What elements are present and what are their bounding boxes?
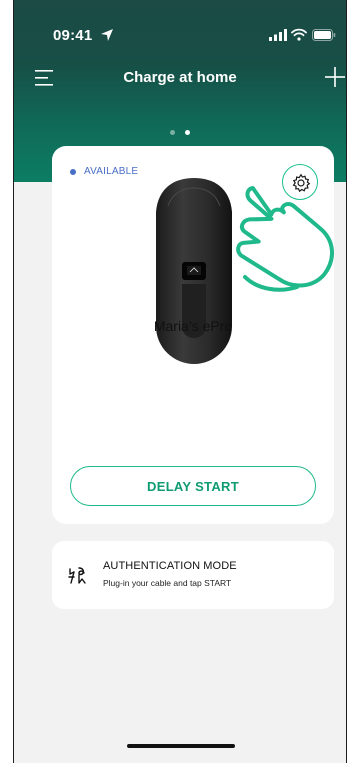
pager-dot[interactable] [169,130,175,135]
status-badge: AVAILABLE [84,166,139,177]
cellular-signal-icon [269,29,287,41]
charger-status: AVAILABLE [70,166,138,177]
page-title: Charge at home [123,69,237,86]
status-time: 09:41 [53,27,93,44]
charger-card: AVAILABLE Maria’s ePro DELAY START [52,146,334,524]
battery-icon [312,29,336,41]
phone-screen: 09:41 Charge at home AVAILABLE Maria’s e… [13,0,347,763]
pager-dot-active[interactable] [185,130,191,135]
status-dot-icon [70,168,76,175]
device-name: Maria’s ePro [153,318,233,334]
gear-icon [292,173,311,193]
charger-device-image [156,178,232,364]
status-bar: 09:41 [14,0,346,60]
authentication-icon [68,567,86,584]
charger-settings-button[interactable] [282,164,318,200]
wifi-icon [291,28,307,41]
auth-mode-subtitle: Plug-in your cable and tap START [103,578,232,588]
home-indicator[interactable] [127,744,235,748]
add-icon[interactable] [324,66,346,88]
auth-mode-title: AUTHENTICATION MODE [103,560,237,572]
delay-start-button[interactable]: DELAY START [70,466,316,506]
authentication-mode-card[interactable]: AUTHENTICATION MODE Plug-in your cable a… [52,541,334,609]
location-arrow-icon [101,29,113,41]
pager-dots [14,122,346,140]
